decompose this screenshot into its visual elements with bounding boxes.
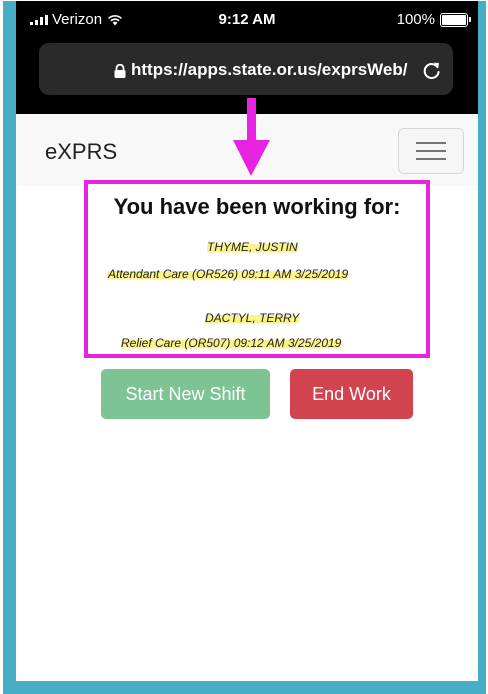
reload-icon[interactable] [421, 59, 443, 81]
working-for-panel: You have been working for: THYME, JUSTIN… [84, 180, 430, 358]
client-name: DACTYL, TERRY [205, 311, 300, 325]
status-right: 100% [396, 11, 471, 28]
app-navbar: eXPRS [16, 114, 478, 186]
browser-toolbar: https://apps.state.or.us/exprsWeb/ [16, 41, 478, 114]
battery-percent: 100% [396, 11, 435, 28]
end-work-button[interactable]: End Work [290, 369, 413, 419]
menu-toggle-button[interactable] [398, 128, 464, 174]
hamburger-icon [416, 142, 446, 144]
start-new-shift-button[interactable]: Start New Shift [101, 369, 270, 419]
address-bar[interactable]: https://apps.state.or.us/exprsWeb/ [39, 43, 453, 95]
service-detail: Attendant Care (OR526) 09:11 AM 3/25/201… [108, 267, 349, 281]
app-brand[interactable]: eXPRS [45, 139, 117, 165]
working-for-heading: You have been working for: [113, 194, 401, 219]
hamburger-icon-bar [416, 158, 446, 160]
hamburger-icon-bar [416, 150, 446, 152]
battery-icon [440, 12, 471, 27]
lock-icon [114, 64, 126, 78]
phone-screen: Verizon 9:12 AM 100% https://apps.state.… [16, 1, 478, 681]
client-name: THYME, JUSTIN [207, 240, 298, 254]
status-bar: Verizon 9:12 AM 100% [16, 1, 478, 41]
service-detail: Relief Care (OR507) 09:12 AM 3/25/2019 [121, 336, 342, 350]
url-text[interactable]: https://apps.state.or.us/exprsWeb/ [131, 60, 407, 80]
